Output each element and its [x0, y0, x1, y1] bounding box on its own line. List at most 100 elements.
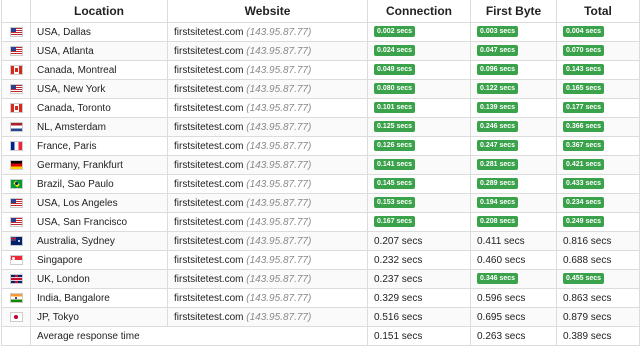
- flag-cell: [1, 136, 31, 156]
- us-flag-icon: [9, 197, 23, 208]
- website-ip: (143.95.87.77): [246, 64, 312, 76]
- first-byte-cell: 0.208 secs: [470, 212, 557, 232]
- total-cell: 0.249 secs: [556, 212, 640, 232]
- first-byte-badge: 0.003 secs: [477, 26, 519, 38]
- total-cell: 0.234 secs: [556, 193, 640, 213]
- connection-cell: 0.101 secs: [367, 98, 471, 118]
- table-row: Singapore firstsitetest.com (143.95.87.77…: [1, 250, 640, 270]
- location-cell: USA, Atlanta: [30, 41, 168, 61]
- first-byte-cell: 0.246 secs: [470, 117, 557, 137]
- website-host: firstsitetest.com: [174, 235, 244, 247]
- brazil-flag-icon: [9, 178, 23, 189]
- total-cell: 0.455 secs: [556, 269, 640, 289]
- flag-cell: [1, 98, 31, 118]
- flag-cell: [1, 174, 31, 194]
- first-byte-badge: 0.208 secs: [477, 216, 519, 228]
- first-byte-cell: 0.411 secs: [470, 231, 557, 251]
- total-cell: 0.177 secs: [556, 98, 640, 118]
- location-cell: Germany, Frankfurt: [30, 155, 168, 175]
- total-badge: 0.004 secs: [563, 26, 605, 38]
- flag-cell: [1, 41, 31, 61]
- website-cell: firstsitetest.com (143.95.87.77): [167, 60, 368, 80]
- website-ip: (143.95.87.77): [246, 45, 312, 57]
- flag-cell: [1, 155, 31, 175]
- first-byte-cell: 0.047 secs: [470, 41, 557, 61]
- location-cell: Australia, Sydney: [30, 231, 168, 251]
- connection-cell: 0.125 secs: [367, 117, 471, 137]
- website-cell: firstsitetest.com (143.95.87.77): [167, 22, 368, 42]
- first-byte-cell: 0.003 secs: [470, 22, 557, 42]
- average-label: Average response time: [30, 326, 368, 346]
- total-cell: 0.421 secs: [556, 155, 640, 175]
- uk-flag-icon: [9, 273, 23, 284]
- france-flag-icon: [9, 140, 23, 151]
- connection-cell: 0.207 secs: [367, 231, 471, 251]
- flag-cell: [1, 250, 31, 270]
- connection-badge: 0.126 secs: [374, 140, 416, 152]
- website-host: firstsitetest.com: [174, 45, 244, 57]
- connection-cell: 0.126 secs: [367, 136, 471, 156]
- first-byte-badge: 0.346 secs: [477, 273, 519, 285]
- connection-cell: 0.002 secs: [367, 22, 471, 42]
- website-ip: (143.95.87.77): [246, 83, 312, 95]
- total-column-header[interactable]: Total: [556, 0, 640, 23]
- website-ip: (143.95.87.77): [246, 26, 312, 38]
- table-row: Germany, Frankfurt firstsitetest.com (143…: [1, 155, 640, 175]
- flag-cell: [1, 117, 31, 137]
- website-host: firstsitetest.com: [174, 121, 244, 133]
- connection-cell: 0.080 secs: [367, 79, 471, 99]
- first-byte-badge: 0.122 secs: [477, 83, 519, 95]
- flag-cell: [1, 212, 31, 232]
- total-badge: 0.433 secs: [563, 178, 605, 190]
- connection-badge: 0.024 secs: [374, 45, 416, 57]
- first-byte-badge: 0.096 secs: [477, 64, 519, 76]
- table-row: USA, Atlanta firstsitetest.com (143.95.87…: [1, 41, 640, 61]
- website-ip: (143.95.87.77): [246, 102, 312, 114]
- website-cell: firstsitetest.com (143.95.87.77): [167, 155, 368, 175]
- website-ip: (143.95.87.77): [246, 235, 312, 247]
- connection-cell: 0.167 secs: [367, 212, 471, 232]
- response-time-table: Location Website Connection First Byte T…: [1, 0, 640, 346]
- flag-cell: [1, 307, 31, 327]
- website-cell: firstsitetest.com (143.95.87.77): [167, 288, 368, 308]
- connection-cell: 0.024 secs: [367, 41, 471, 61]
- table-row: USA, Los Angeles firstsitetest.com (143.9…: [1, 193, 640, 213]
- website-host: firstsitetest.com: [174, 64, 244, 76]
- flag-cell: [1, 22, 31, 42]
- table-header-row: Location Website Connection First Byte T…: [1, 0, 640, 23]
- first-byte-column-header[interactable]: First Byte: [470, 0, 557, 23]
- first-byte-cell: 0.289 secs: [470, 174, 557, 194]
- website-host: firstsitetest.com: [174, 311, 244, 323]
- location-column-header[interactable]: Location: [30, 0, 168, 23]
- connection-badge: 0.049 secs: [374, 64, 416, 76]
- connection-badge: 0.080 secs: [374, 83, 416, 95]
- total-cell: 0.879 secs: [556, 307, 640, 327]
- location-cell: Canada, Toronto: [30, 98, 168, 118]
- website-ip: (143.95.87.77): [246, 216, 312, 228]
- japan-flag-icon: [9, 311, 23, 322]
- first-byte-cell: 0.346 secs: [470, 269, 557, 289]
- first-byte-cell: 0.139 secs: [470, 98, 557, 118]
- canada-flag-icon: [9, 64, 23, 75]
- website-host: firstsitetest.com: [174, 26, 244, 38]
- website-host: firstsitetest.com: [174, 254, 244, 266]
- first-byte-cell: 0.096 secs: [470, 60, 557, 80]
- connection-column-header[interactable]: Connection: [367, 0, 471, 23]
- website-ip: (143.95.87.77): [246, 121, 312, 133]
- location-cell: USA, Dallas: [30, 22, 168, 42]
- total-cell: 0.366 secs: [556, 117, 640, 137]
- table-row: UK, London firstsitetest.com (143.95.87.7…: [1, 269, 640, 289]
- website-host: firstsitetest.com: [174, 273, 244, 285]
- website-cell: firstsitetest.com (143.95.87.77): [167, 136, 368, 156]
- total-cell: 0.165 secs: [556, 79, 640, 99]
- table-row: USA, Dallas firstsitetest.com (143.95.87.…: [1, 22, 640, 42]
- first-byte-cell: 0.281 secs: [470, 155, 557, 175]
- first-byte-cell: 0.460 secs: [470, 250, 557, 270]
- location-cell: France, Paris: [30, 136, 168, 156]
- location-cell: Singapore: [30, 250, 168, 270]
- first-byte-badge: 0.194 secs: [477, 197, 519, 209]
- website-column-header[interactable]: Website: [167, 0, 368, 23]
- location-cell: Brazil, Sao Paulo: [30, 174, 168, 194]
- table-row: Canada, Montreal firstsitetest.com (143.9…: [1, 60, 640, 80]
- location-cell: USA, Los Angeles: [30, 193, 168, 213]
